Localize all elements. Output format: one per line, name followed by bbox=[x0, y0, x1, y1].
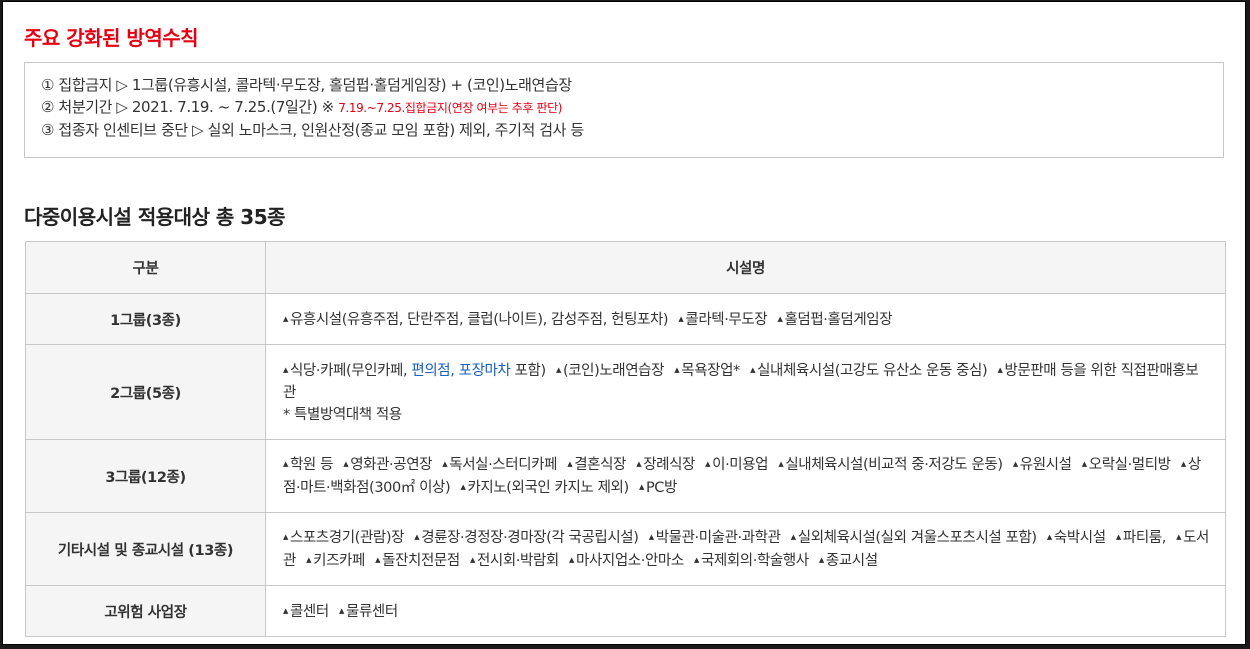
list-item: ▲ 돌잔치전문점 bbox=[375, 553, 460, 569]
list-item: ▲ 장례식장 bbox=[636, 457, 695, 473]
bullet-triangle-icon: ▲ bbox=[790, 533, 796, 541]
bullet-triangle-icon: ▲ bbox=[636, 460, 642, 468]
bullet-triangle-icon: ▲ bbox=[414, 533, 420, 541]
table-header-row: 구분 시설명 bbox=[25, 241, 1226, 294]
list-item: ▲ 식당·카페(무인카페, 편의점, 포장마차 포함) bbox=[283, 362, 546, 379]
bullet-triangle-icon: ▲ bbox=[997, 365, 1003, 374]
list-item: ▲ 홀덤펍·홀덤게임장 bbox=[777, 311, 893, 328]
header-category: 구분 bbox=[25, 241, 266, 294]
list-item: ▲ 실외체육시설(실외 겨울스포츠시설 포함) bbox=[790, 530, 1037, 546]
facility-list: ▲ 콜센터 ▲ 물류센터 bbox=[265, 585, 1226, 637]
list-item: ▲ 이·미용업 bbox=[705, 457, 769, 473]
facility-list: ▲ 유흥시설(유흥주점, 단란주점, 클럽(나이트), 감성주점, 헌팅포차) ▲… bbox=[265, 293, 1226, 345]
header-facility-name: 시설명 bbox=[265, 241, 1226, 294]
list-item: ▲ 키즈카페 bbox=[306, 553, 365, 569]
bullet-triangle-icon: ▲ bbox=[442, 460, 448, 468]
list-item: ▲ 목욕장업* bbox=[674, 362, 740, 379]
section-title-rules: 주요 강화된 방역수칙 bbox=[24, 26, 199, 50]
list-item: ▲ (코인)노래연습장 bbox=[555, 362, 665, 379]
bullet-triangle-icon: ▲ bbox=[818, 556, 824, 564]
bullet-triangle-icon: ▲ bbox=[283, 365, 288, 374]
bullet-triangle-icon: ▲ bbox=[674, 365, 680, 374]
rule-line-2-text: ② 처분기간 ▷ 2021. 7.19. ~ 7.25.(7일간) ※ bbox=[41, 98, 339, 116]
bullet-triangle-icon: ▲ bbox=[1012, 460, 1018, 468]
rule-line-1: ① 집합금지 ▷ 1그룹(유흥시설, 콜라텍·무도장, 홀덤펍·홀덤게임장) +… bbox=[41, 76, 572, 94]
bullet-triangle-icon: ▲ bbox=[375, 556, 381, 564]
facilities-table: 구분 시설명 1그룹(3종) ▲ 유흥시설(유흥주점, 단란주점, 클럽(나이트)… bbox=[25, 241, 1226, 637]
bullet-triangle-icon: ▲ bbox=[1180, 460, 1186, 468]
bullet-triangle-icon: ▲ bbox=[283, 460, 288, 468]
bullet-triangle-icon: ▲ bbox=[705, 460, 711, 468]
list-item: ▲ 스포츠경기(관람)장 bbox=[283, 530, 405, 546]
bullet-triangle-icon: ▲ bbox=[648, 533, 654, 541]
table-row: 2그룹(5종) ▲ 식당·카페(무인카페, 편의점, 포장마차 포함) ▲ (코인)… bbox=[25, 344, 1226, 440]
rule-line-3: ③ 접종자 인센티브 중단 ▷ 실외 노마스크, 인원산정(종교 모임 포함) … bbox=[41, 121, 584, 139]
table-row: 3그룹(12종) ▲ 학원 등 ▲ 영화관·공연장 ▲ 독서실·스터디카페 ▲ 결혼식장… bbox=[25, 439, 1226, 513]
rule-line-2: ② 처분기간 ▷ 2021. 7.19. ~ 7.25.(7일간) ※ 7.19… bbox=[41, 96, 1223, 119]
list-item: ▲ 실내체육시설(비교적 중·저강도 운동) bbox=[778, 457, 1003, 473]
list-item: ▲ PC방 bbox=[638, 480, 677, 496]
list-item: ▲ 콜라텍·무도장 bbox=[678, 311, 768, 328]
bullet-triangle-icon: ▲ bbox=[1081, 460, 1087, 468]
row-label: 고위험 사업장 bbox=[25, 585, 266, 637]
list-item: ▲ 파티룸, bbox=[1115, 530, 1166, 546]
facility-list: ▲ 스포츠경기(관람)장 ▲ 경륜장·경정장·경마장(각 국공립시설) ▲ 박물관·미… bbox=[265, 512, 1226, 586]
list-item: ▲ 영화관·공연장 bbox=[343, 457, 433, 473]
list-item: ▲ 카지노(외국인 카지노 제외) bbox=[460, 480, 629, 496]
list-item: ▲ 경륜장·경정장·경마장(각 국공립시설) bbox=[414, 530, 639, 546]
list-item: ▲ 박물관·미술관·과학관 bbox=[648, 530, 781, 546]
bullet-triangle-icon: ▲ bbox=[343, 460, 349, 468]
bullet-triangle-icon: ▲ bbox=[778, 460, 784, 468]
bullet-triangle-icon: ▲ bbox=[678, 314, 684, 323]
list-item: ▲ 실내체육시설(고강도 유산소 운동 중심) bbox=[750, 362, 988, 379]
highlight-text: 편의점, 포장마차 bbox=[411, 362, 511, 379]
bullet-triangle-icon: ▲ bbox=[469, 556, 475, 564]
table-row: 기타시설 및 종교시설 (13종) ▲ 스포츠경기(관람)장 ▲ 경륜장·경정장·경… bbox=[25, 512, 1226, 586]
list-item: ▲ 전시회·박람회 bbox=[469, 553, 559, 569]
list-item: ▲ 국제회의·학술행사 bbox=[693, 553, 809, 569]
row-label: 3그룹(12종) bbox=[25, 439, 266, 513]
list-item: ▲ 결혼식장 bbox=[567, 457, 626, 473]
list-item: ▲ 콜센터 bbox=[283, 603, 329, 620]
list-item: ▲ 오락실·멀티방 bbox=[1081, 457, 1171, 473]
bullet-triangle-icon: ▲ bbox=[1046, 533, 1052, 541]
bullet-triangle-icon: ▲ bbox=[750, 365, 756, 374]
bullet-triangle-icon: ▲ bbox=[306, 556, 312, 564]
list-item: ▲ 종교시설 bbox=[818, 553, 878, 569]
list-item: ▲ 유흥시설(유흥주점, 단란주점, 클럽(나이트), 감성주점, 헌팅포차) bbox=[283, 311, 669, 328]
table-row: 1그룹(3종) ▲ 유흥시설(유흥주점, 단란주점, 클럽(나이트), 감성주점,… bbox=[25, 293, 1226, 345]
row-label: 기타시설 및 종교시설 (13종) bbox=[25, 512, 266, 586]
bullet-triangle-icon: ▲ bbox=[777, 314, 783, 323]
bullet-triangle-icon: ▲ bbox=[567, 460, 573, 468]
list-item: ▲ 유원시설 bbox=[1012, 457, 1072, 473]
row-label: 1그룹(3종) bbox=[25, 293, 266, 345]
bullet-triangle-icon: ▲ bbox=[283, 606, 288, 615]
facility-list: ▲ 식당·카페(무인카페, 편의점, 포장마차 포함) ▲ (코인)노래연습장 ▲ 목… bbox=[265, 344, 1226, 440]
bullet-triangle-icon: ▲ bbox=[1115, 533, 1121, 541]
bullet-triangle-icon: ▲ bbox=[555, 365, 561, 374]
bullet-triangle-icon: ▲ bbox=[283, 533, 288, 541]
list-item: ▲ 학원 등 bbox=[283, 457, 334, 473]
bullet-triangle-icon: ▲ bbox=[283, 314, 288, 323]
bullet-triangle-icon: ▲ bbox=[638, 483, 644, 491]
list-item: ▲ 숙박시설 bbox=[1046, 530, 1106, 546]
bullet-triangle-icon: ▲ bbox=[339, 606, 345, 615]
facility-list: ▲ 학원 등 ▲ 영화관·공연장 ▲ 독서실·스터디카페 ▲ 결혼식장 ▲ 장례식장 ▲ 이… bbox=[265, 439, 1226, 513]
list-item: ▲ 물류센터 bbox=[339, 603, 398, 620]
list-item: ▲ 독서실·스터디카페 bbox=[442, 457, 558, 473]
special-measure-note: * 특별방역대책 적용 bbox=[283, 406, 402, 423]
bullet-triangle-icon: ▲ bbox=[460, 483, 466, 491]
section-title-facilities: 다중이용시설 적용대상 총 35종 bbox=[24, 205, 286, 229]
row-label: 2그룹(5종) bbox=[25, 344, 266, 440]
bullet-triangle-icon: ▲ bbox=[569, 556, 575, 564]
list-item: ▲ 마사지업소·안마소 bbox=[569, 553, 684, 569]
table-row: 고위험 사업장 ▲ 콜센터 ▲ 물류센터 bbox=[25, 585, 1226, 637]
content-frame: 주요 강화된 방역수칙 ① 집합금지 ▷ 1그룹(유흥시설, 콜라텍·무도장, … bbox=[2, 1, 1246, 645]
rule-line-2-note: 7.19.~7.25.집합금지(연장 여부는 추후 판단) bbox=[338, 101, 563, 115]
bullet-triangle-icon: ▲ bbox=[693, 556, 699, 564]
bullet-triangle-icon: ▲ bbox=[1176, 533, 1182, 541]
rules-notice-box: ① 집합금지 ▷ 1그룹(유흥시설, 콜라텍·무도장, 홀덤펍·홀덤게임장) +… bbox=[24, 62, 1224, 158]
